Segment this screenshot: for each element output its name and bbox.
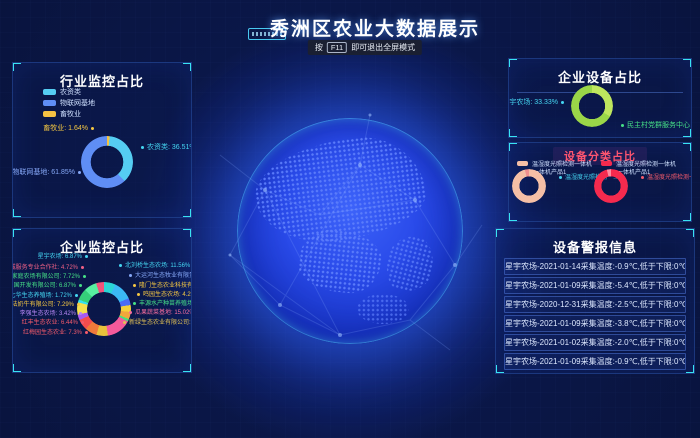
- donut-callout: 隆门生态农业科技有限公: [133, 282, 192, 290]
- legend-item: 农资类: [43, 87, 81, 97]
- alarm-row: 星宇农场-2021-01-02采集温度:-2.0℃,低于下限:0℃: [504, 334, 686, 351]
- donut-callout: 温湿度光照检测一…: [641, 174, 692, 182]
- donut-callout: 红城服务专业合作社: 4.72%: [12, 264, 84, 272]
- donut-callout: 星宇农场: 6.87%: [38, 253, 88, 261]
- panel-industry-ratio: 行业监控占比 农资类 物联网基地 畜牧业 畜牧业: 1.64% 农资类: 36.…: [12, 62, 192, 218]
- hint-prefix: 按: [315, 41, 323, 54]
- panel-title: 行业监控占比: [13, 63, 191, 90]
- alarm-row: 星宇农场-2020-12-31采集温度:-2.5℃,低于下限:0℃: [504, 296, 686, 313]
- legend-item: 畜牧业: [43, 109, 81, 119]
- industry-donut-chart: [81, 136, 133, 188]
- legend-swatch: [43, 89, 56, 95]
- donut-callout: 物联网基地: 61.85%: [12, 169, 81, 177]
- page-title: 秀洲区农业大数据展示: [270, 14, 480, 41]
- legend-swatch: [43, 100, 56, 106]
- alarm-row: 星宇农场-2021-01-09采集温度:-5.4℃,低于下限:0℃: [504, 277, 686, 294]
- legend-label: 物联网基地: [60, 98, 95, 108]
- fullscreen-hint: 按 F11 即可退出全屏模式: [308, 40, 422, 55]
- classify-donut-right: [594, 169, 628, 203]
- globe-continent-dots: [357, 294, 409, 324]
- donut-callout: 新绿生态农业有限公司: 6.87%: [123, 319, 192, 327]
- donut-callout: 七华生态养殖场: 1.72%: [12, 292, 78, 300]
- alarm-row: 星宇农场-2021-01-09采集温度:-3.8℃,低于下限:0℃: [504, 315, 686, 332]
- classify-donut-left: [512, 169, 546, 203]
- legend-label: 农资类: [60, 87, 81, 97]
- globe-continent-dots: [296, 226, 384, 296]
- panel-device-ratio: 企业设备占比 星宇农场: 33.33% 民主村党群服务中心…: [508, 58, 692, 138]
- legend-swatch: [601, 161, 612, 166]
- donut-callout: 北刘桥生态农场: 11.56%: [119, 262, 190, 270]
- panel-device-alarms: 设备警报信息 星宇农场-2021-01-14采集温度:-0.9℃,低于下限:0℃…: [495, 228, 695, 374]
- f11-key-badge: F11: [327, 42, 347, 53]
- donut-callout: 瓜果蔬菜基地: 15.02%: [129, 309, 192, 317]
- alarm-row: 星宇农场-2021-01-09采集温度:-0.9℃,低于下限:0℃: [504, 353, 686, 370]
- legend-swatch: [517, 161, 528, 166]
- donut-callout: 红梅园生态农业: 7.3%: [23, 329, 88, 337]
- globe-continent-dots: [381, 231, 439, 296]
- globe: [237, 118, 463, 344]
- donut-callout: 李强生态农场: 3.42%: [20, 310, 82, 318]
- donut-callout: 大运河生态牧业有限责任公: [129, 272, 192, 280]
- globe-continent-dots: [250, 130, 431, 250]
- legend-item: 物联网基地: [43, 98, 95, 108]
- donut-callout: 中法奶牛有限公司: 7.29%: [12, 301, 80, 309]
- device-donut-chart: [571, 85, 613, 127]
- donut-callout: 畜牧业: 1.64%: [43, 125, 94, 133]
- panel-device-classify: 设备分类占比 温湿度光照检测一体机 一体机产品1 温湿度光照检测一… 温湿度光照…: [508, 142, 692, 222]
- donut-callout: 鸣园生态农场: 4.29%: [137, 291, 192, 299]
- donut-callout: 星宇农场: 33.33%: [508, 99, 564, 107]
- donut-callout: 农资类: 36.51%: [141, 144, 192, 152]
- panel-title: 企业设备占比: [509, 59, 691, 86]
- panel-enterprise-ratio: 企业监控占比 星宇农场: 6.87% 红城服务专业合作社: 4.72% 家庭农场…: [12, 228, 192, 373]
- dashboard: 秀洲区农业大数据展示 按 F11 即可退出全屏模式 行业监控占比 农资类 物联网…: [0, 0, 700, 438]
- legend-swatch: [43, 111, 56, 117]
- donut-callout: 丰源水产种苗养殖场: 1.: [133, 300, 192, 308]
- donut-callout: 国开发有限公司: 6.87%: [14, 282, 82, 290]
- hint-suffix: 即可退出全屏模式: [351, 41, 415, 54]
- panel-title: 企业监控占比: [13, 229, 191, 256]
- enterprise-donut-chart: [77, 282, 131, 336]
- donut-callout: 红丰生态农业: 6.44%: [22, 319, 84, 327]
- legend-label: 畜牧业: [60, 109, 81, 119]
- alarm-row: 星宇农场-2021-01-14采集温度:-0.9℃,低于下限:0℃: [504, 258, 686, 275]
- panel-title: 设备警报信息: [496, 229, 694, 256]
- donut-callout: 家庭农场有限公司: 7.72%: [12, 273, 86, 281]
- donut-callout: 民主村党群服务中心…: [621, 122, 692, 130]
